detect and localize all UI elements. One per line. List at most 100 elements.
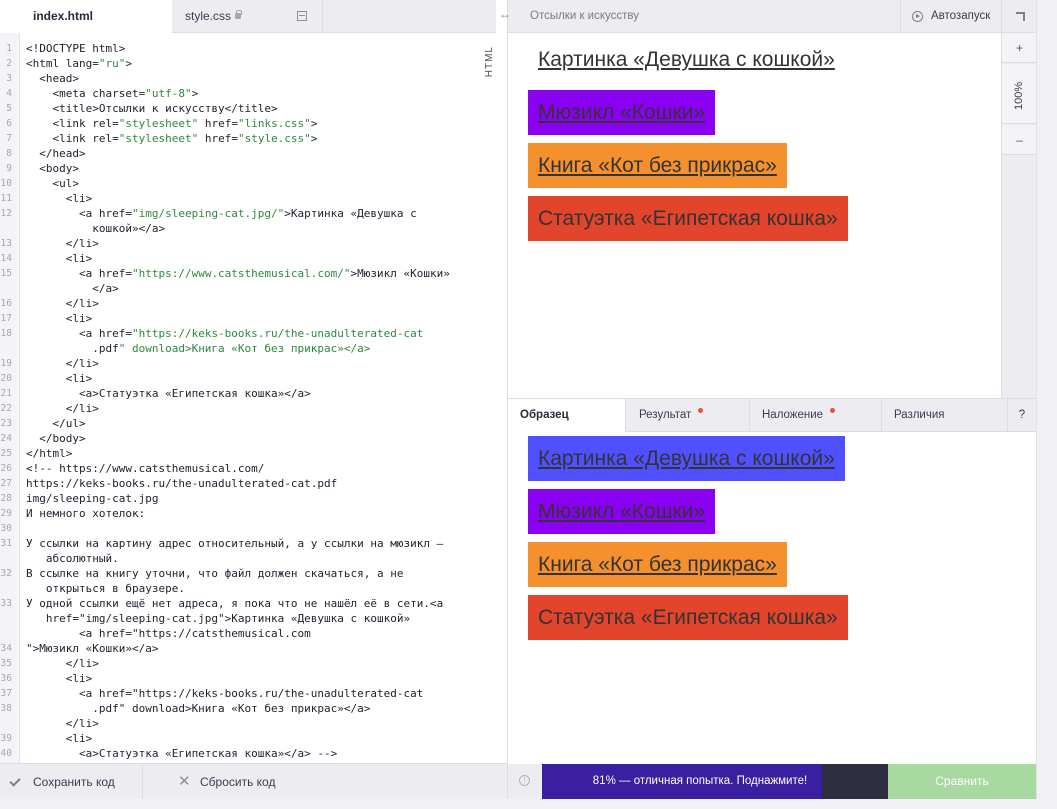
- code-line[interactable]: </a>: [26, 281, 119, 296]
- score-progress: 81% — отличная попытка. Поднажмите!: [542, 764, 888, 799]
- code-line[interactable]: <meta charset="utf-8">: [26, 86, 198, 101]
- line-number: 2: [6, 58, 12, 69]
- tab-result[interactable]: Результат: [626, 399, 750, 432]
- code-line[interactable]: </body>: [26, 431, 85, 446]
- code-line[interactable]: В ссылке на книгу уточни, что файл долже…: [26, 566, 404, 581]
- collapse-icon[interactable]: [297, 11, 307, 21]
- language-label: HTML: [484, 46, 495, 78]
- info-button[interactable]: !: [508, 764, 542, 799]
- code-line[interactable]: <li>: [26, 731, 93, 746]
- tab-label: Различия: [894, 409, 945, 421]
- link-book[interactable]: Книга «Кот без прикрас»: [528, 143, 787, 188]
- tab-index-html[interactable]: index.html: [0, 0, 172, 34]
- code-line[interactable]: <a>Статуэтка «Египетская кошка»</a>: [26, 386, 311, 401]
- code-line[interactable]: <li>: [26, 191, 93, 206]
- code-line[interactable]: </li>: [26, 656, 99, 671]
- line-number: 25: [0, 448, 12, 459]
- code-line[interactable]: У одной ссылки ещё нет адреса, я пока чт…: [26, 596, 443, 611]
- code-line[interactable]: <a href="https://catsthemusical.com: [26, 626, 311, 641]
- code-line[interactable]: <link rel="stylesheet" href="style.css">: [26, 131, 317, 146]
- code-line[interactable]: <a href="img/sleeping-cat.jpg/">Картинка…: [26, 206, 417, 221]
- code-line[interactable]: <li>: [26, 371, 93, 386]
- line-number: 24: [0, 433, 12, 444]
- code-line[interactable]: И немного хотелок:: [26, 506, 145, 521]
- line-number: 27: [0, 478, 12, 489]
- code-line[interactable]: .pdf" download>Книга «Кот без прикрас»</…: [26, 701, 370, 716]
- help-button[interactable]: ?: [1008, 399, 1036, 432]
- zoom-in-button[interactable]: +: [1002, 33, 1037, 63]
- tab-differences[interactable]: Различия: [882, 399, 1008, 432]
- line-number: 1: [6, 43, 12, 54]
- code-line[interactable]: <a>Статуэтка «Египетская кошка»</a> -->: [26, 746, 337, 761]
- sample-preview: Картинка «Девушка с кошкой» Мюзикл «Кошк…: [508, 432, 1036, 762]
- code-line[interactable]: <body>: [26, 161, 79, 176]
- editor-footer: Сохранить код ✕ Сбросить код: [0, 763, 507, 800]
- link-painting[interactable]: Картинка «Девушка с кошкой»: [528, 37, 835, 82]
- compare-button[interactable]: Сравнить: [888, 764, 1036, 799]
- window-edge-bottom: [0, 799, 1057, 809]
- code-line[interactable]: <!DOCTYPE html>: [26, 41, 125, 56]
- code-line[interactable]: </head>: [26, 146, 85, 161]
- code-line[interactable]: </ul>: [26, 416, 85, 431]
- code-line[interactable]: href="img/sleeping-cat.jpg">Картинка «Де…: [26, 611, 410, 626]
- save-code-button[interactable]: Сохранить код: [0, 764, 143, 800]
- help-label: ?: [1018, 409, 1026, 421]
- line-number: 7: [6, 133, 12, 144]
- line-number: 36: [0, 673, 12, 684]
- line-number: 35: [0, 658, 12, 669]
- zoom-out-button[interactable]: –: [1002, 125, 1037, 155]
- code-line[interactable]: открыться в браузере.: [26, 581, 185, 596]
- line-number: 34: [0, 643, 12, 654]
- autorun-label: Автозапуск: [931, 10, 991, 22]
- code-line[interactable]: кошкой»</a>: [26, 221, 165, 236]
- line-number-gutter: 1 2 3 4 5 6 7 8 9 10 11 12 13 14 15 16 17 18 19 20 21 22 23 24 2…: [0, 33, 20, 763]
- code-line[interactable]: <title>Отсылки к искусству</title>: [26, 101, 277, 116]
- code-line[interactable]: <a href="https://www.catsthemusical.com/…: [26, 266, 450, 281]
- code-editor[interactable]: <!DOCTYPE html> <html lang="ru"> <head> <…: [26, 33, 488, 763]
- code-line[interactable]: https://keks-books.ru/the-unadulterated-…: [26, 476, 337, 491]
- check-icon: [9, 775, 21, 787]
- code-line[interactable]: img/sleeping-cat.jpg: [26, 491, 158, 506]
- zoom-value: 100%: [1013, 81, 1025, 110]
- code-line[interactable]: ">Мюзикл «Кошки»</a>: [26, 641, 158, 656]
- line-number: 4: [6, 88, 12, 99]
- code-line[interactable]: <li>: [26, 251, 93, 266]
- autorun-button[interactable]: Автозапуск: [900, 0, 1007, 33]
- code-line[interactable]: <html lang="ru">: [26, 56, 132, 71]
- window-edge: [1036, 0, 1057, 809]
- code-line[interactable]: <a href="https://keks-books.ru/the-unadu…: [26, 686, 423, 701]
- code-line[interactable]: <head>: [26, 71, 79, 86]
- code-line[interactable]: абсолютный.: [26, 551, 119, 566]
- code-line[interactable]: </li>: [26, 356, 99, 371]
- tab-label: Результат: [639, 409, 692, 421]
- line-number: 14: [0, 253, 12, 264]
- code-line[interactable]: </li>: [26, 401, 99, 416]
- line-number: 29: [0, 508, 12, 519]
- fullscreen-button[interactable]: [1001, 0, 1037, 33]
- line-number: 32: [0, 568, 12, 579]
- link-musical[interactable]: Мюзикл «Кошки»: [528, 90, 716, 135]
- tab-sample[interactable]: Образец: [508, 399, 626, 433]
- tab-overlay[interactable]: Наложение: [750, 399, 882, 432]
- line-number: 31: [0, 538, 12, 549]
- sample-link-painting: Картинка «Девушка с кошкой»: [528, 436, 845, 481]
- line-number: 15: [0, 268, 12, 279]
- reset-code-button[interactable]: ✕ Сбросить код: [143, 764, 303, 800]
- code-line[interactable]: .pdf" download>Книга «Кот без прикрас»</…: [26, 341, 370, 356]
- code-line[interactable]: <link rel="stylesheet" href="links.css">: [26, 116, 317, 131]
- code-line[interactable]: </li>: [26, 716, 99, 731]
- code-line[interactable]: <a href="https://keks-books.ru/the-unadu…: [26, 326, 423, 341]
- preview-toolbar: Отсылки к искусству Автозапуск: [508, 0, 1036, 33]
- close-icon: ✕: [178, 773, 191, 790]
- tab-style-css[interactable]: style.css: [172, 0, 323, 33]
- code-line[interactable]: <li>: [26, 671, 93, 686]
- code-line[interactable]: </li>: [26, 236, 99, 251]
- code-line[interactable]: <li>: [26, 311, 93, 326]
- expand-icon: [1016, 12, 1025, 21]
- code-line[interactable]: </li>: [26, 296, 99, 311]
- line-number: 5: [6, 103, 12, 114]
- code-line[interactable]: У ссылки на картину адрес относительный,…: [26, 536, 443, 551]
- code-line[interactable]: <ul>: [26, 176, 79, 191]
- code-line[interactable]: <!-- https://www.catsthemusical.com/: [26, 461, 264, 476]
- code-line[interactable]: </html>: [26, 446, 72, 461]
